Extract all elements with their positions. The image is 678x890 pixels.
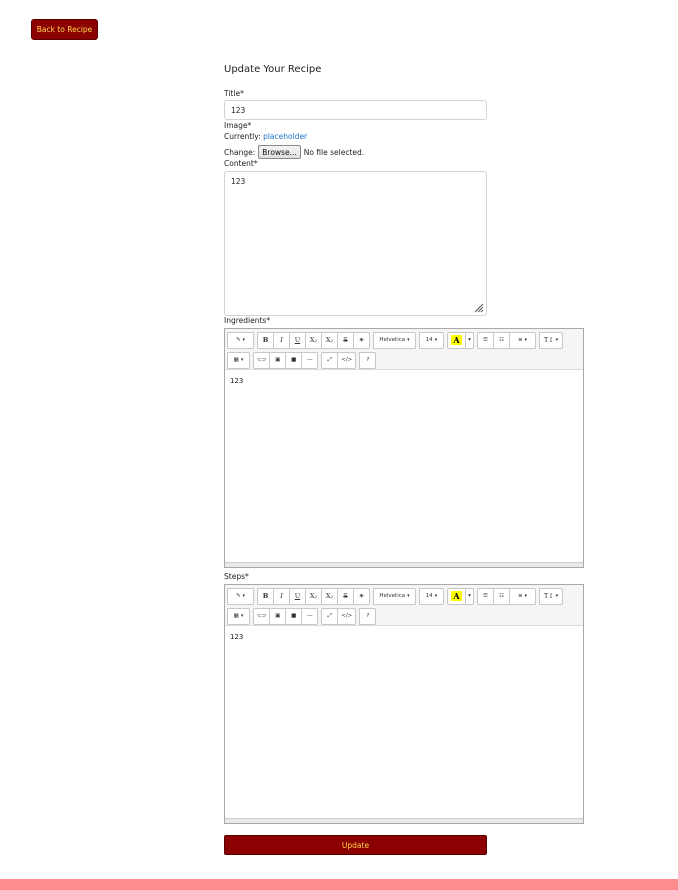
unordered-list-icon[interactable]: ☰ [477, 331, 494, 349]
title-input[interactable] [224, 100, 487, 120]
no-file-text: No file selected. [303, 147, 365, 157]
steps-statusbar[interactable] [225, 818, 583, 823]
underline-icon[interactable]: U [289, 331, 306, 349]
unordered-list-icon[interactable]: ☰ [477, 587, 494, 605]
current-image-row: Currently: placeholder [224, 132, 307, 141]
eraser-icon[interactable]: ◈ [353, 587, 370, 605]
superscript-icon[interactable]: X2 [305, 587, 322, 605]
color-dropdown-icon[interactable]: ▾ [465, 331, 474, 349]
ingredients-label: Ingredients* [224, 316, 271, 325]
subscript-icon[interactable]: X2 [321, 587, 338, 605]
help-icon[interactable]: ? [359, 351, 377, 369]
page-title: Update Your Recipe [224, 64, 322, 75]
text-color-icon[interactable]: A [447, 587, 466, 605]
content-text: 123 [231, 177, 246, 186]
image-label: Image* [224, 121, 252, 130]
footer-bar [0, 879, 678, 890]
help-icon[interactable]: ? [359, 607, 377, 625]
font-name-dropdown[interactable]: Helvetica ▾ [373, 331, 416, 349]
align-icon[interactable]: ≡ ▾ [509, 331, 536, 349]
video-icon[interactable]: ■ [285, 607, 303, 625]
content-label: Content* [224, 159, 258, 168]
fullscreen-icon[interactable]: ⤢ [321, 351, 339, 369]
magic-icon[interactable]: ✎ ▾ [227, 587, 254, 605]
line-height-icon[interactable]: T ↕ ▾ [539, 587, 563, 605]
ingredients-editor: ✎ ▾ B I U X2 X2 S ◈ Helvetica ▾ 14 ▾ A ▾ ☰ … [224, 328, 584, 568]
steps-editable[interactable]: 123 [225, 626, 583, 648]
superscript-icon[interactable]: X2 [305, 331, 322, 349]
ordered-list-icon[interactable]: ☷ [493, 587, 510, 605]
picture-icon[interactable]: ▣ [269, 607, 287, 625]
font-name-dropdown[interactable]: Helvetica ▾ [373, 587, 416, 605]
code-view-icon[interactable]: </> [337, 607, 357, 625]
eraser-icon[interactable]: ◈ [353, 331, 370, 349]
link-icon[interactable]: ⊂⊃ [253, 607, 271, 625]
steps-label: Steps* [224, 572, 249, 581]
horizontal-rule-icon[interactable]: — [301, 607, 319, 625]
currently-label: Currently: [224, 132, 261, 141]
bold-icon[interactable]: B [257, 587, 274, 605]
ingredients-editable[interactable]: 123 [225, 370, 583, 392]
change-image-row: Change: Browse... No file selected. [224, 145, 364, 159]
horizontal-rule-icon[interactable]: — [301, 351, 319, 369]
magic-icon[interactable]: ✎ ▾ [227, 331, 254, 349]
browse-button[interactable]: Browse... [258, 145, 301, 159]
font-size-dropdown[interactable]: 14 ▾ [419, 587, 444, 605]
steps-toolbar: ✎ ▾ B I U X2 X2 S ◈ Helvetica ▾ 14 ▾ A ▾ ☰ … [225, 585, 583, 626]
steps-editor: ✎ ▾ B I U X2 X2 S ◈ Helvetica ▾ 14 ▾ A ▾ ☰ … [224, 584, 584, 824]
picture-icon[interactable]: ▣ [269, 351, 287, 369]
table-icon[interactable]: ▦ ▾ [227, 351, 250, 369]
ingredients-text: 123 [230, 377, 244, 385]
line-height-icon[interactable]: T ↕ ▾ [539, 331, 563, 349]
table-icon[interactable]: ▦ ▾ [227, 607, 250, 625]
code-view-icon[interactable]: </> [337, 351, 357, 369]
italic-icon[interactable]: I [273, 331, 290, 349]
strikethrough-icon[interactable]: S [337, 331, 354, 349]
fullscreen-icon[interactable]: ⤢ [321, 607, 339, 625]
change-label: Change: [224, 147, 256, 157]
title-label: Title* [224, 89, 244, 98]
text-color-icon[interactable]: A [447, 331, 466, 349]
ordered-list-icon[interactable]: ☷ [493, 331, 510, 349]
color-dropdown-icon[interactable]: ▾ [465, 587, 474, 605]
link-icon[interactable]: ⊂⊃ [253, 351, 271, 369]
strikethrough-icon[interactable]: S [337, 587, 354, 605]
current-image-link[interactable]: placeholder [263, 132, 307, 141]
ingredients-statusbar[interactable] [225, 562, 583, 567]
resize-grip-icon[interactable] [472, 301, 484, 313]
underline-icon[interactable]: U [289, 587, 306, 605]
video-icon[interactable]: ■ [285, 351, 303, 369]
ingredients-toolbar: ✎ ▾ B I U X2 X2 S ◈ Helvetica ▾ 14 ▾ A ▾ ☰ … [225, 329, 583, 370]
font-size-dropdown[interactable]: 14 ▾ [419, 331, 444, 349]
update-button[interactable]: Update [224, 835, 487, 855]
align-icon[interactable]: ≡ ▾ [509, 587, 536, 605]
subscript-icon[interactable]: X2 [321, 331, 338, 349]
italic-icon[interactable]: I [273, 587, 290, 605]
back-to-recipe-button[interactable]: Back to Recipe [31, 19, 98, 40]
steps-text: 123 [230, 633, 244, 641]
bold-icon[interactable]: B [257, 331, 274, 349]
content-textarea[interactable]: 123 [224, 171, 487, 316]
